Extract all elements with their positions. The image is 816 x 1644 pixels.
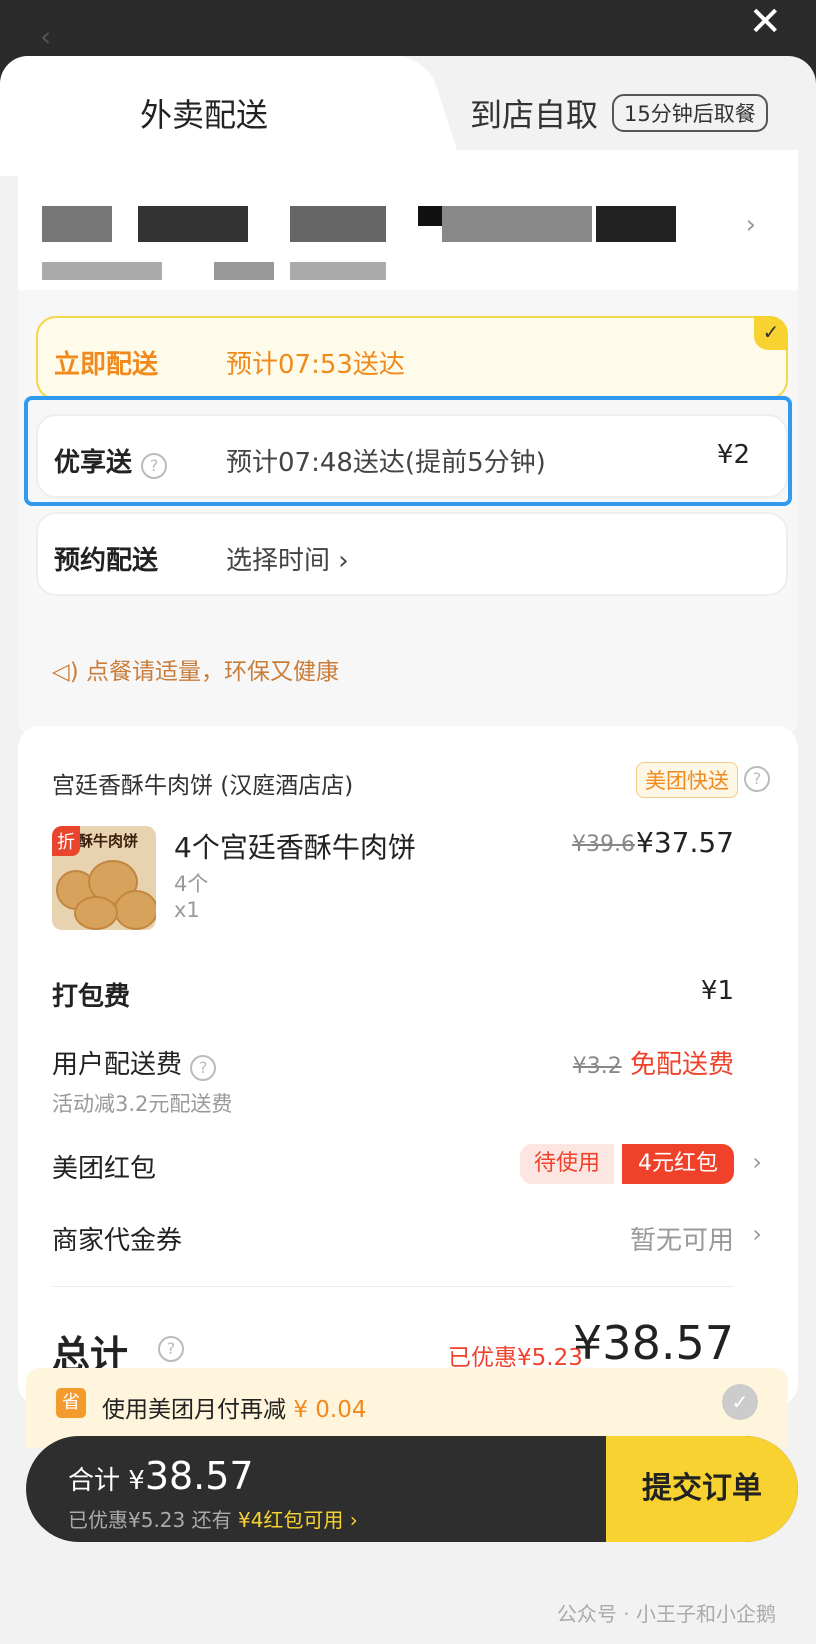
row-label: 用户配送费 ?: [52, 1044, 217, 1081]
address-mask: [42, 262, 162, 280]
voucher-row[interactable]: 商家代金券 暂无可用 ›: [52, 1220, 762, 1260]
delivery-fee-row: 用户配送费 ? ¥3.2 免配送费 活动减3.2元配送费: [52, 1044, 734, 1116]
row-value: 暂无可用: [629, 1226, 734, 1256]
check-circle-icon[interactable]: ✓: [722, 1384, 758, 1420]
promo-text: 使用美团月付再减 ¥ 0.04: [102, 1397, 367, 1423]
thumb-label: 酥牛肉饼: [78, 832, 139, 850]
item-thumbnail: 酥牛肉饼 折: [52, 826, 156, 930]
address-mask: [290, 206, 386, 242]
eco-tip: ◁) 点餐请适量，环保又健康: [52, 659, 339, 685]
tab-delivery[interactable]: 外卖配送: [140, 90, 268, 136]
sum-sub: 已优惠¥5.23 还有 ¥4红包可用 ›: [68, 1508, 358, 1532]
address-card[interactable]: ›: [18, 150, 798, 290]
row-value: ¥1: [700, 976, 734, 1006]
row-label: 美团红包: [52, 1154, 157, 1184]
chevron-right-icon: ›: [752, 1148, 762, 1176]
item-qty: x1: [174, 898, 200, 922]
row-label: 打包费: [52, 982, 131, 1012]
help-icon[interactable]: ?: [158, 1336, 184, 1362]
row-sub: 活动减3.2元配送费: [52, 1092, 233, 1116]
redpacket-value: 4元红包: [622, 1144, 734, 1184]
discount-tag: 折: [52, 826, 80, 856]
bun: [74, 896, 118, 930]
submit-order-button[interactable]: 提交订单: [606, 1436, 798, 1542]
watermark: 公众号 · 小王子和小企鹅: [556, 1602, 776, 1626]
top-bar: ‹ ✕: [0, 0, 816, 60]
option-instant[interactable]: 立即配送 预计07:53送达 ✓: [36, 316, 788, 400]
option-scheduled[interactable]: 预约配送 选择时间 ›: [36, 512, 788, 596]
redpacket-status: 待使用: [519, 1144, 614, 1184]
option-desc: 预计07:53送达: [226, 350, 405, 380]
address-mask: [442, 206, 592, 242]
help-icon[interactable]: ?: [744, 766, 770, 792]
bun: [114, 890, 156, 930]
item-price: ¥37.57: [636, 826, 734, 859]
shop-name: 宫廷香酥牛肉饼 (汉庭酒店店): [52, 773, 354, 799]
address-mask: [290, 262, 386, 280]
express-badge: 美团快送: [636, 762, 738, 798]
total-saved: 已优惠¥5.23: [448, 1345, 583, 1371]
close-icon[interactable]: ✕: [748, 2, 782, 42]
item-name: 4个宫廷香酥牛肉饼: [174, 831, 416, 864]
option-name: 立即配送: [54, 350, 159, 380]
option-desc: 选择时间 ›: [226, 546, 349, 576]
order-card: 宫廷香酥牛肉饼 (汉庭酒店店) 美团快送 ? 酥牛肉饼 折 4个宫廷香酥牛肉饼 …: [18, 726, 798, 1406]
total-value: ¥38.57: [573, 1316, 734, 1370]
address-mask: [138, 206, 248, 242]
row-label: 商家代金券: [52, 1226, 183, 1256]
address-mask: [42, 206, 112, 242]
checkout-bar: 合计 ¥38.57 已优惠¥5.23 还有 ¥4红包可用 › 提交订单: [26, 1436, 798, 1542]
back-icon: ‹: [40, 20, 52, 53]
packing-fee-row: 打包费 ¥1: [52, 976, 734, 1016]
item-spec: 4个: [174, 872, 209, 896]
row-value: ¥3.2 免配送费: [572, 1050, 734, 1080]
chevron-right-icon: ›: [752, 1220, 762, 1248]
item-old-price: ¥39.6: [572, 832, 635, 857]
help-icon[interactable]: ?: [190, 1055, 217, 1081]
address-mask: [214, 262, 274, 280]
address-mask: [596, 206, 676, 242]
speaker-icon: ◁): [52, 659, 86, 685]
chevron-right-icon: ›: [745, 210, 756, 240]
highlight-box: [24, 396, 792, 506]
divider: [52, 1286, 734, 1287]
sum-line: 合计 ¥38.57: [68, 1454, 254, 1498]
pickup-badge: 15分钟后取餐: [612, 94, 768, 132]
tab-pickup[interactable]: 到店自取: [470, 90, 598, 136]
check-icon: ✓: [754, 316, 788, 350]
redpacket-row[interactable]: 美团红包 待使用 4元红包 ›: [52, 1144, 762, 1188]
save-icon: 省: [56, 1388, 86, 1418]
option-name: 预约配送: [54, 546, 159, 576]
